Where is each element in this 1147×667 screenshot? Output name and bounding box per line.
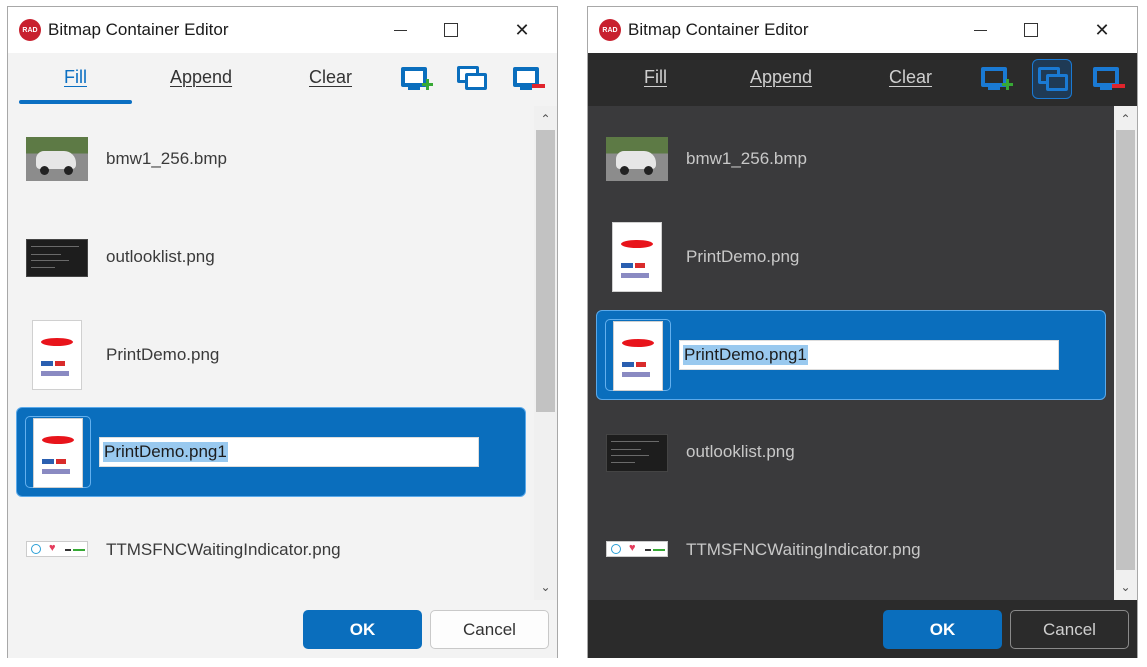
list-item[interactable]: ♥ TTMSFNCWaitingIndicator.png <box>596 505 1106 595</box>
list-item-selected[interactable]: PrintDemo.png1 <box>16 407 526 497</box>
image-list[interactable]: bmw1_256.bmp PrintDemo.png PrintDemo.png… <box>588 106 1137 600</box>
maximize-icon <box>444 23 458 37</box>
rename-input[interactable]: PrintDemo.png1 <box>679 340 1059 370</box>
multi-image-icon <box>457 66 487 90</box>
rename-input-text: PrintDemo.png1 <box>103 442 228 462</box>
dark-thumbnail <box>26 239 88 277</box>
waiting-indicator-thumbnail: ♥ <box>26 541 88 557</box>
multi-image-button[interactable] <box>1032 59 1072 99</box>
rename-input[interactable]: PrintDemo.png1 <box>99 437 479 467</box>
tab-append[interactable]: Append <box>750 67 812 88</box>
active-tab-indicator <box>19 100 132 104</box>
list-item-label: bmw1_256.bmp <box>686 149 807 168</box>
vertical-scrollbar[interactable]: ⌃ ⌄ <box>1114 106 1137 600</box>
rename-input-text: PrintDemo.png1 <box>683 345 808 365</box>
close-button[interactable]: ✕ <box>502 15 542 45</box>
bitmap-editor-window-light: RAD Bitmap Container Editor ✕ Fill Appen… <box>7 6 558 658</box>
cancel-button[interactable]: Cancel <box>430 610 549 649</box>
tab-fill[interactable]: Fill <box>64 67 87 88</box>
waiting-indicator-thumbnail: ♥ <box>606 541 668 557</box>
bitmap-editor-window-dark: RAD Bitmap Container Editor ✕ Fill Appen… <box>587 6 1138 658</box>
print-thumbnail <box>33 418 83 488</box>
list-item-label: TTMSFNCWaitingIndicator.png <box>686 540 921 559</box>
toolbar: Fill Append Clear <box>588 53 1137 106</box>
print-thumbnail <box>612 222 662 292</box>
minimize-icon <box>393 29 407 31</box>
toolbar: Fill Append Clear <box>8 53 557 106</box>
print-thumbnail <box>32 320 82 390</box>
window-title: Bitmap Container Editor <box>628 20 809 39</box>
rad-logo-icon: RAD <box>19 19 41 41</box>
scroll-down-icon[interactable]: ⌄ <box>534 576 557 598</box>
ok-button[interactable]: OK <box>883 610 1002 649</box>
remove-image-icon <box>513 67 545 90</box>
scrollbar-thumb[interactable] <box>1116 130 1135 570</box>
list-item[interactable]: outlooklist.png <box>16 212 526 302</box>
list-item-label: bmw1_256.bmp <box>106 149 227 168</box>
scroll-up-icon[interactable]: ⌃ <box>1114 108 1137 130</box>
remove-image-button[interactable] <box>1090 63 1126 95</box>
close-button[interactable]: ✕ <box>1082 15 1122 45</box>
maximize-button[interactable] <box>431 15 471 45</box>
list-item[interactable]: outlooklist.png <box>596 407 1106 497</box>
multi-image-button[interactable] <box>454 63 490 95</box>
list-item-label: outlooklist.png <box>686 442 795 461</box>
add-image-icon <box>401 67 433 90</box>
remove-image-button[interactable] <box>510 63 546 95</box>
close-icon: ✕ <box>1094 19 1110 40</box>
tab-clear[interactable]: Clear <box>889 67 932 88</box>
list-item[interactable]: ♥ TTMSFNCWaitingIndicator.png <box>16 505 526 595</box>
list-item-label: PrintDemo.png <box>686 247 800 266</box>
rad-logo-icon: RAD <box>599 19 621 41</box>
remove-image-icon <box>1093 67 1125 90</box>
minimize-icon <box>973 29 987 31</box>
minimize-button[interactable] <box>960 15 1000 45</box>
dialog-footer: OK Cancel <box>8 600 557 658</box>
add-image-button[interactable] <box>978 63 1014 95</box>
title-bar: RAD Bitmap Container Editor ✕ <box>588 7 1137 53</box>
list-item[interactable]: bmw1_256.bmp <box>16 114 526 204</box>
ok-button[interactable]: OK <box>303 610 422 649</box>
image-list[interactable]: bmw1_256.bmp outlooklist.png PrintDemo.p… <box>8 106 557 600</box>
tab-clear[interactable]: Clear <box>309 67 352 88</box>
list-item-selected[interactable]: PrintDemo.png1 <box>596 310 1106 400</box>
scroll-down-icon[interactable]: ⌄ <box>1114 576 1137 598</box>
minimize-button[interactable] <box>380 15 420 45</box>
tab-fill[interactable]: Fill <box>644 67 667 88</box>
list-item[interactable]: PrintDemo.png <box>596 212 1106 302</box>
maximize-button[interactable] <box>1011 15 1051 45</box>
scroll-up-icon[interactable]: ⌃ <box>534 108 557 130</box>
title-bar: RAD Bitmap Container Editor ✕ <box>8 7 557 53</box>
list-item-label: outlooklist.png <box>106 247 215 266</box>
cancel-button[interactable]: Cancel <box>1010 610 1129 649</box>
multi-image-icon <box>1038 67 1068 91</box>
tab-append[interactable]: Append <box>170 67 232 88</box>
add-image-icon <box>981 67 1013 90</box>
close-icon: ✕ <box>514 19 530 40</box>
car-thumbnail <box>606 137 668 181</box>
dialog-footer: OK Cancel <box>588 600 1137 658</box>
list-item-label: PrintDemo.png <box>106 345 220 364</box>
vertical-scrollbar[interactable]: ⌃ ⌄ <box>534 106 557 600</box>
list-item[interactable]: bmw1_256.bmp <box>596 114 1106 204</box>
add-image-button[interactable] <box>398 63 434 95</box>
maximize-icon <box>1024 23 1038 37</box>
list-item-label: TTMSFNCWaitingIndicator.png <box>106 540 341 559</box>
scrollbar-thumb[interactable] <box>536 130 555 412</box>
list-item[interactable]: PrintDemo.png <box>16 310 526 400</box>
car-thumbnail <box>26 137 88 181</box>
window-title: Bitmap Container Editor <box>48 20 229 39</box>
dark-thumbnail <box>606 434 668 472</box>
print-thumbnail <box>613 321 663 391</box>
